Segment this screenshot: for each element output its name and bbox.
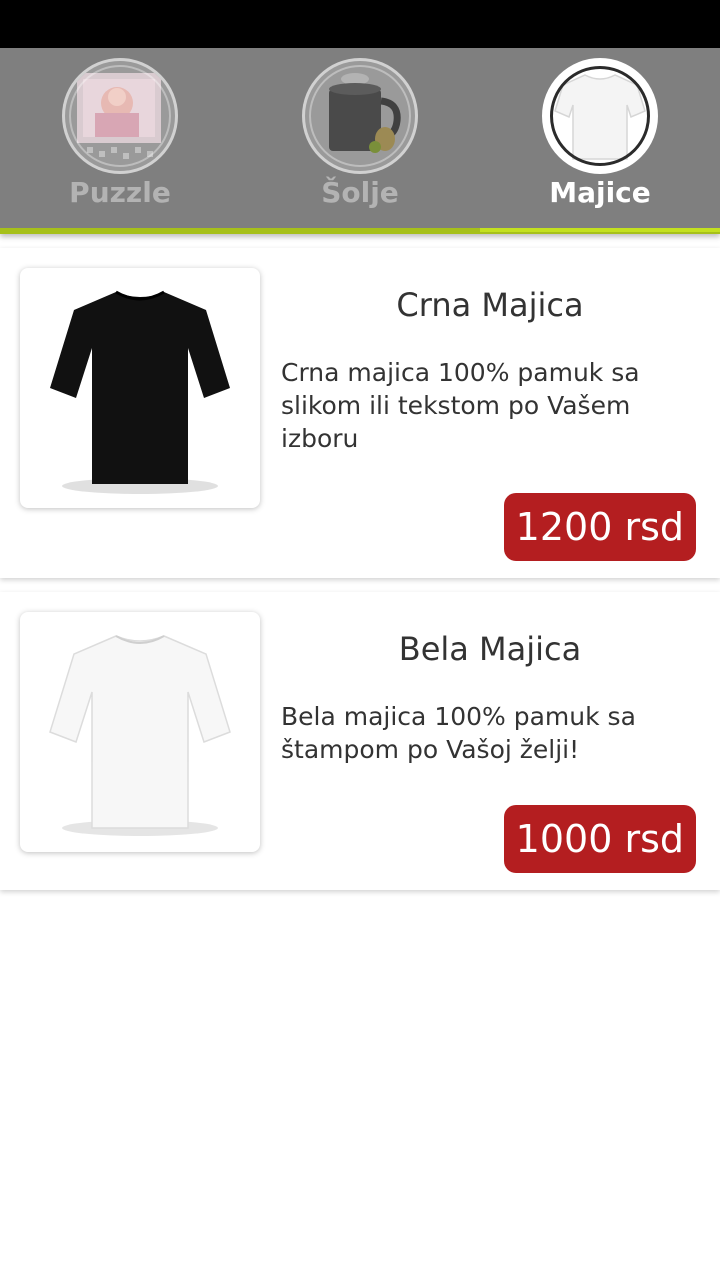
price-badge: 1200 rsd (503, 493, 696, 561)
product-description: Crna majica 100% pamuk sa slikom ili tek… (281, 358, 640, 453)
black-tshirt-image (20, 268, 260, 508)
tab-puzzle-label: Puzzle (69, 176, 171, 209)
tab-solje-label: Šolje (321, 176, 399, 209)
price-badge: 1000 rsd (503, 805, 696, 873)
product-title: Crna Majica (396, 286, 584, 324)
puzzle-photo-icon (62, 58, 178, 174)
product-title: Bela Majica (398, 630, 582, 668)
product-card[interactable]: Crna Majica Crna majica 100% pamuk sa sl… (0, 248, 720, 578)
category-tab-bar: Puzzle Šolje Majice (0, 48, 720, 234)
mug-icon (302, 58, 418, 174)
white-tshirt-image (20, 612, 260, 852)
product-description: Bela majica 100% pamuk sa štampom po Vaš… (281, 702, 636, 764)
tab-solje[interactable]: Šolje (240, 48, 480, 234)
tab-majice-label: Majice (549, 176, 651, 209)
tab-underline (0, 228, 720, 234)
tab-puzzle[interactable]: Puzzle (0, 48, 240, 234)
tshirt-icon (542, 58, 658, 174)
status-bar (0, 0, 720, 48)
product-card[interactable]: Bela Majica Bela majica 100% pamuk sa št… (0, 592, 720, 890)
tab-majice[interactable]: Majice (480, 48, 720, 234)
active-tab-indicator (480, 228, 720, 232)
